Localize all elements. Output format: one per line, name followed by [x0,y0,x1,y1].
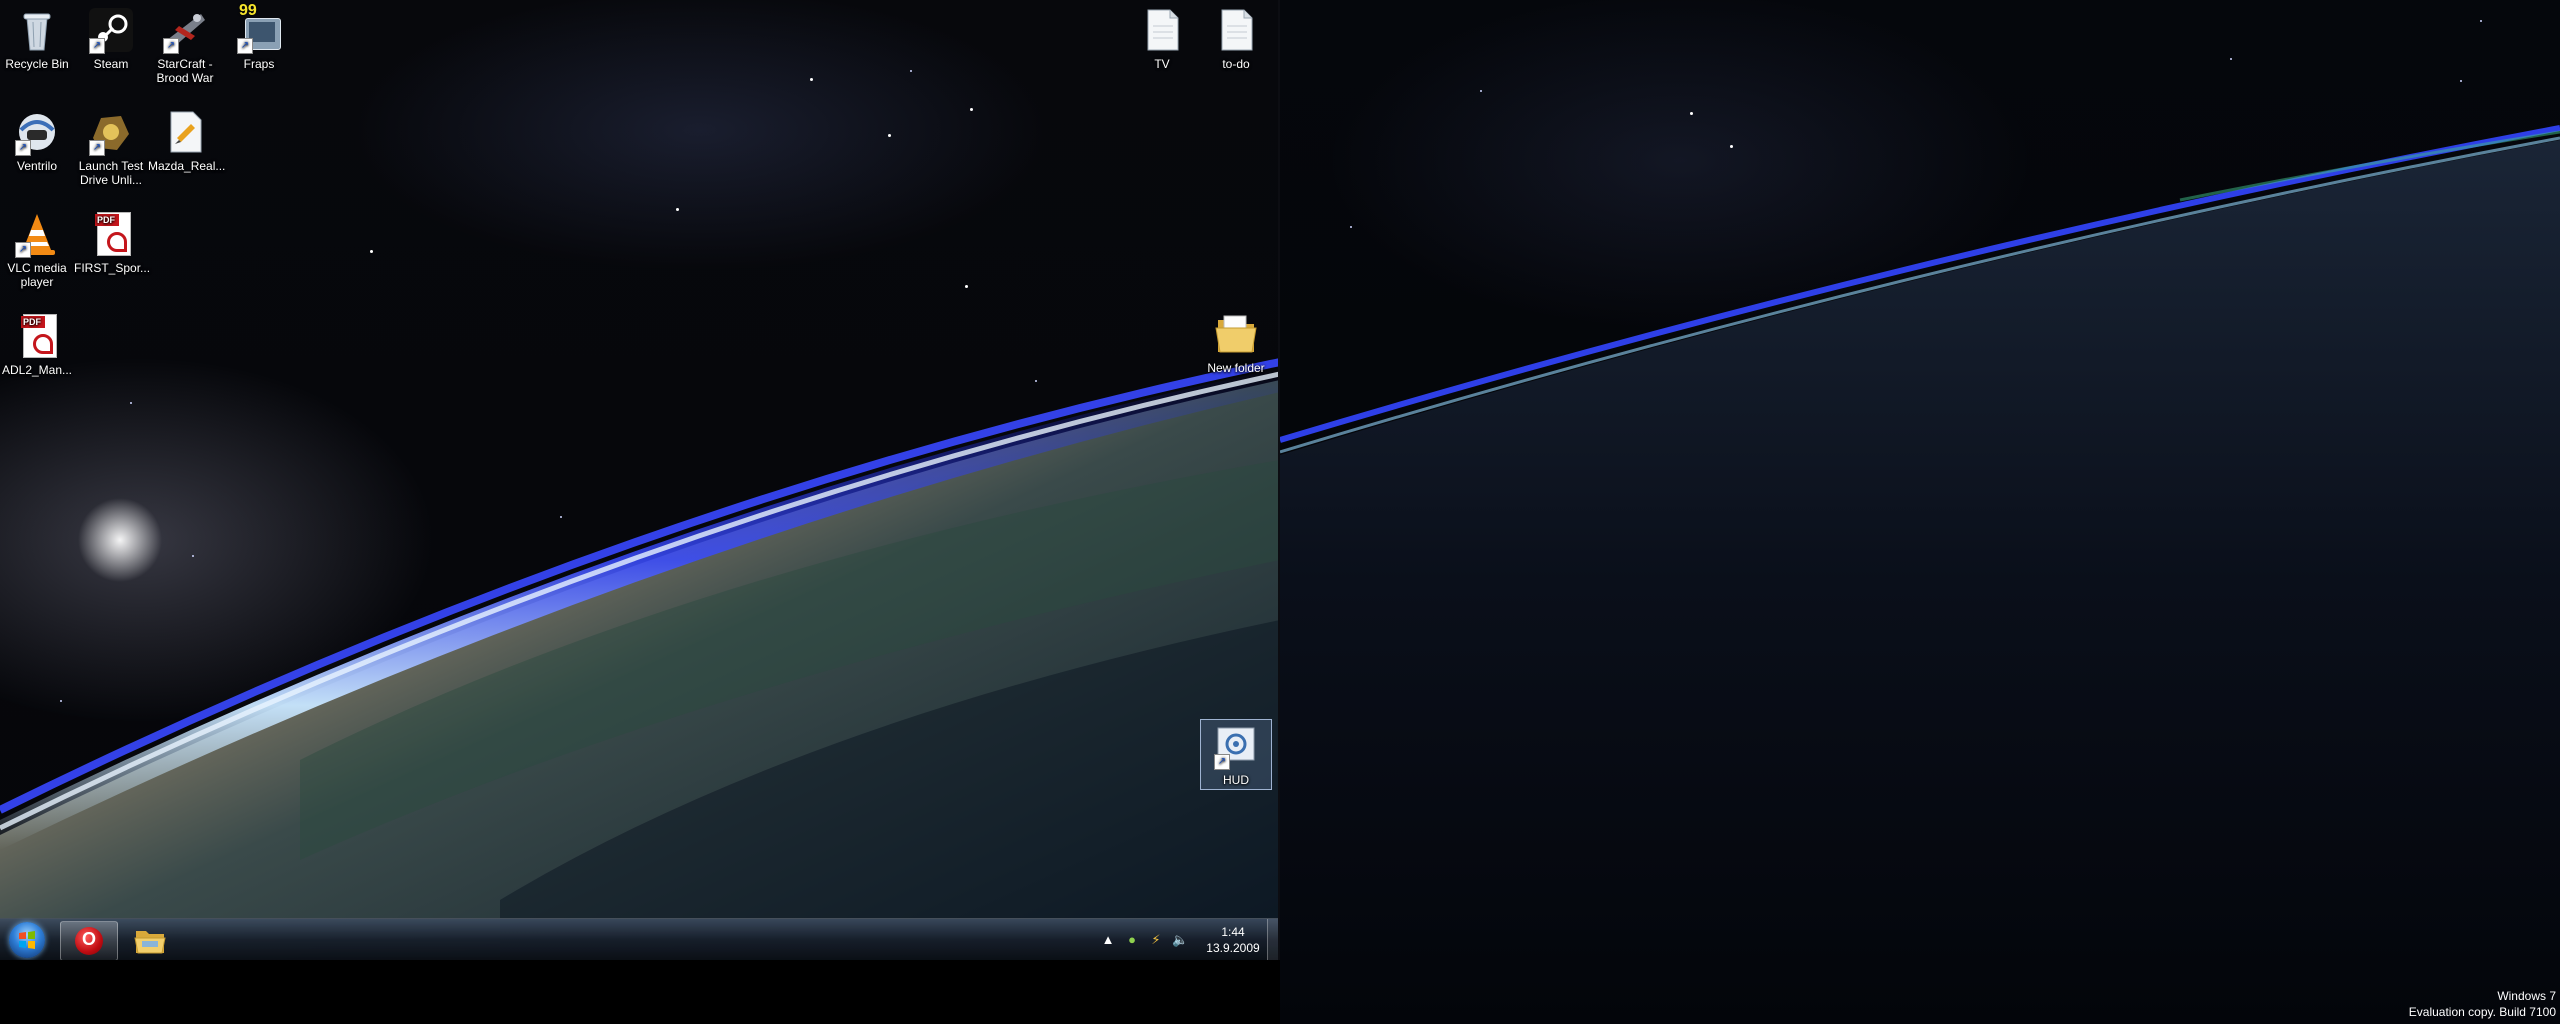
left-monitor-desktop: Recycle Bin ↗ Steam ↗ StarCraft - Brood … [0,0,1280,960]
text-file-icon [1138,6,1186,54]
document-icon [161,108,209,156]
right-monitor-desktop [1280,0,2560,1024]
desktop-icon-ventrilo[interactable]: ↗ Ventrilo [0,108,74,173]
desktop-icon-label: VLC media player [7,261,67,289]
recycle-bin-icon [13,6,61,54]
pdf-icon: PDF [13,312,61,360]
clock-date: 13.9.2009 [1206,941,1260,955]
pdf-badge: PDF [23,317,41,327]
desktop-icon-label: Ventrilo [16,159,58,173]
desktop-icon-label: Launch Test Drive Unli... [78,159,144,187]
shortcut-arrow-icon: ↗ [237,38,253,54]
windows-evaluation-watermark: Windows 7 Evaluation copy. Build 7100 [2409,988,2556,1020]
opera-letter: O [81,929,96,949]
star [970,108,973,111]
network-tray-icon[interactable]: ● [1124,932,1140,948]
shortcut-arrow-icon: ↗ [15,140,31,156]
test-drive-icon: ↗ [87,108,135,156]
hud-shortcut-icon: ↗ [1212,722,1260,770]
ventrilo-icon: ↗ [13,108,61,156]
star [370,250,373,253]
desktop-icon-tv[interactable]: TV [1125,6,1199,71]
volume-tray-icon[interactable]: 🔈 [1172,932,1188,948]
star [2230,58,2232,60]
star [1350,226,1352,228]
star [965,285,968,288]
star [60,700,62,702]
desktop-icon-label: to-do [1222,57,1250,71]
clock-time: 1:44 [1221,925,1245,939]
desktop-icon-label: Mazda_Real... [148,159,226,173]
desktop-icon-starcraft[interactable]: ↗ StarCraft - Brood War [148,6,222,85]
star [910,70,912,72]
power-tray-icon[interactable]: ⚡ [1148,932,1164,948]
pdf-badge: PDF [97,215,115,225]
fraps-icon: 99 ↗ [235,2,283,54]
watermark-line-1: Windows 7 [2497,989,2556,1003]
start-button[interactable] [4,921,50,959]
clock[interactable]: 1:44 13.9.2009 [1201,924,1265,956]
star [560,516,562,518]
desktop-icon-adl2-pdf[interactable]: PDF ADL2_Man... [0,312,74,377]
desktop-icon-to-do[interactable]: to-do [1199,6,1273,71]
watermark-line-2: Evaluation copy. Build 7100 [2408,1005,2556,1019]
star [192,555,194,557]
desktop-icon-label: ADL2_Man... [1,363,73,377]
desktop-icon-label: Steam [93,57,129,71]
star [2480,20,2482,22]
starcraft-icon: ↗ [161,6,209,54]
desktop-icon-new-folder[interactable]: New folder [1199,310,1273,375]
desktop-icon-mazda-document[interactable]: Mazda_Real... [148,108,226,173]
star [130,402,132,404]
desktop-icon-vlc[interactable]: ↗ VLC media player [0,210,74,289]
taskbar-opera-button[interactable]: O [60,921,118,960]
planet-wallpaper-right [1280,125,2560,1024]
desktop-icon-recycle-bin[interactable]: Recycle Bin [0,6,74,71]
desktop-icon-label: Recycle Bin [5,57,69,71]
text-file-icon [1212,6,1260,54]
shortcut-arrow-icon: ↗ [89,38,105,54]
vlc-icon: ↗ [13,210,61,258]
explorer-icon [134,931,166,954]
shortcut-arrow-icon: ↗ [89,140,105,156]
folder-icon [1212,310,1260,358]
shortcut-arrow-icon: ↗ [15,242,31,258]
star [2460,80,2462,82]
star [888,134,891,137]
show-hidden-icons-arrow-icon[interactable]: ▲ [1100,932,1116,948]
desktop-icon-label: StarCraft - Brood War [156,57,214,85]
opera-icon: O [75,927,103,955]
desktop-icon-label: FIRST_Spor... [74,261,151,275]
pdf-icon: PDF [87,210,135,258]
star [1690,112,1693,115]
desktop-icon-label: TV [1154,57,1170,71]
desktop-icon-label: HUD [1223,773,1249,787]
desktop-icon-steam[interactable]: ↗ Steam [74,6,148,71]
star [810,78,813,81]
star [1730,145,1733,148]
notification-area: ▲ ● ⚡ 🔈 1:44 13.9.2009 [1100,919,1280,960]
windows-logo-icon [9,922,45,958]
fps-counter-badge: 99 [239,2,257,19]
taskbar: O ▲ ● ⚡ 🔈 1:44 13.9.2009 [0,918,1280,960]
shortcut-arrow-icon: ↗ [163,38,179,54]
taskbar-explorer-button[interactable] [122,921,178,959]
desktop-icon-hud[interactable]: ↗ HUD [1200,719,1272,790]
star [676,208,679,211]
desktop-icon-first-pdf[interactable]: PDF FIRST_Spor... [74,210,151,275]
left-monitor-offscreen-area [0,960,1280,1024]
steam-icon: ↗ [87,6,135,54]
desktop-icon-label: New folder [1207,361,1265,375]
star [1035,380,1037,382]
desktop-icon-label: Fraps [243,57,275,71]
desktop-icon-fraps[interactable]: 99 ↗ Fraps [222,2,296,71]
shortcut-arrow-icon: ↗ [1214,754,1230,770]
star [1480,90,1482,92]
desktop-icon-test-drive[interactable]: ↗ Launch Test Drive Unli... [74,108,148,187]
